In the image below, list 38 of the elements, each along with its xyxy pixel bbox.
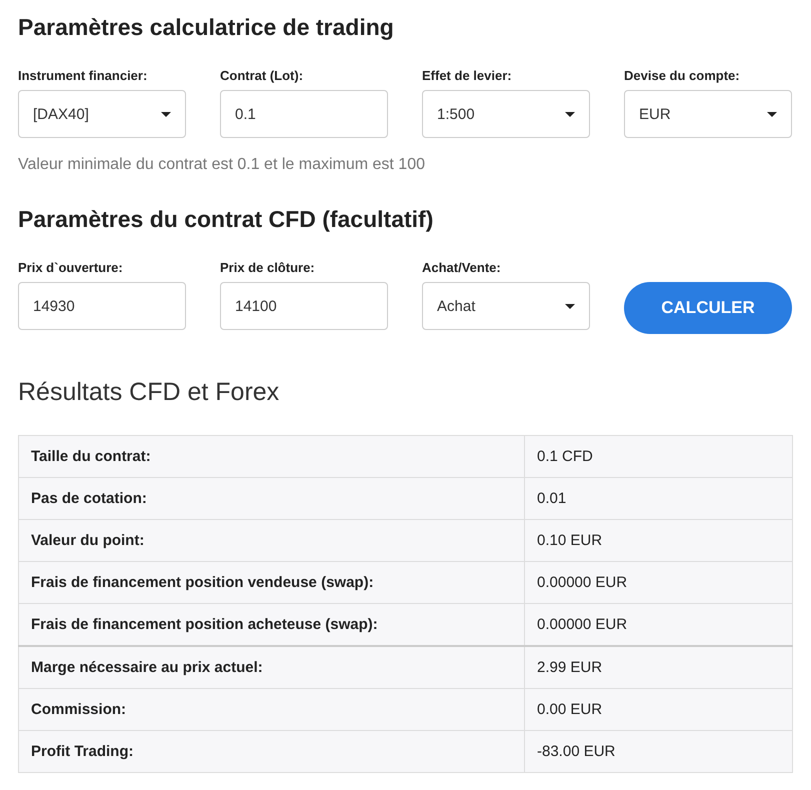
input-field[interactable]: 14930 [18, 282, 186, 330]
dropdown[interactable]: 1:500 [422, 90, 590, 138]
table-cell: Frais de financement position vendeuse (swap): [18, 562, 524, 604]
table-cell: 2.99 EUR [524, 646, 792, 688]
caret-icon [767, 112, 777, 116]
dropdown[interactable]: Achat [422, 282, 590, 330]
table-cell: Marge nécessaire au prix actuel: [18, 646, 524, 688]
calculate-button[interactable]: CALCULER [624, 282, 792, 334]
table-cell: 0.1 CFD [524, 436, 792, 478]
caret-icon [565, 112, 575, 116]
table-cell: Commission: [18, 688, 524, 730]
field-label: Prix d`ouverture: [18, 260, 124, 277]
caret-icon [161, 112, 171, 116]
table-cell: 0.00 EUR [524, 688, 792, 730]
section-title: Paramètres calculatrice de trading [18, 13, 395, 42]
input-field[interactable]: 14100 [220, 282, 388, 330]
table-cell: Valeur du point: [18, 520, 524, 562]
dropdown[interactable]: EUR [624, 90, 792, 138]
caret-icon [565, 304, 575, 308]
field-label: Prix de clôture: [220, 260, 316, 277]
table-cell: Profit Trading: [18, 730, 524, 772]
dropdown[interactable]: [DAX40] [18, 90, 186, 138]
section-title: Paramètres du contrat CFD (facultatif) [18, 205, 434, 234]
field-label: Contrat (Lot): [220, 68, 304, 85]
table-cell: Pas de cotation: [18, 478, 524, 520]
field-label: Achat/Vente: [422, 260, 502, 277]
field-label: Instrument financier: [18, 68, 148, 85]
table-cell: 0.00000 EUR [524, 562, 792, 604]
table-cell: 0.10 EUR [524, 520, 792, 562]
table-cell: Taille du contrat: [18, 436, 524, 478]
field-label: Effet de levier: [422, 68, 513, 85]
table-cell: 0.01 [524, 478, 792, 520]
table-cell: Frais de financement position acheteuse (swap): [18, 604, 524, 646]
field-label: Devise du compte: [624, 68, 741, 85]
table-cell: -83.00 EUR [524, 730, 792, 772]
results-title: Résultats CFD et Forex [18, 378, 280, 407]
hint-text: Valeur minimale du contrat est 0.1 et le maximum est 100 [18, 156, 426, 174]
input-field[interactable]: 0.1 [220, 90, 388, 138]
